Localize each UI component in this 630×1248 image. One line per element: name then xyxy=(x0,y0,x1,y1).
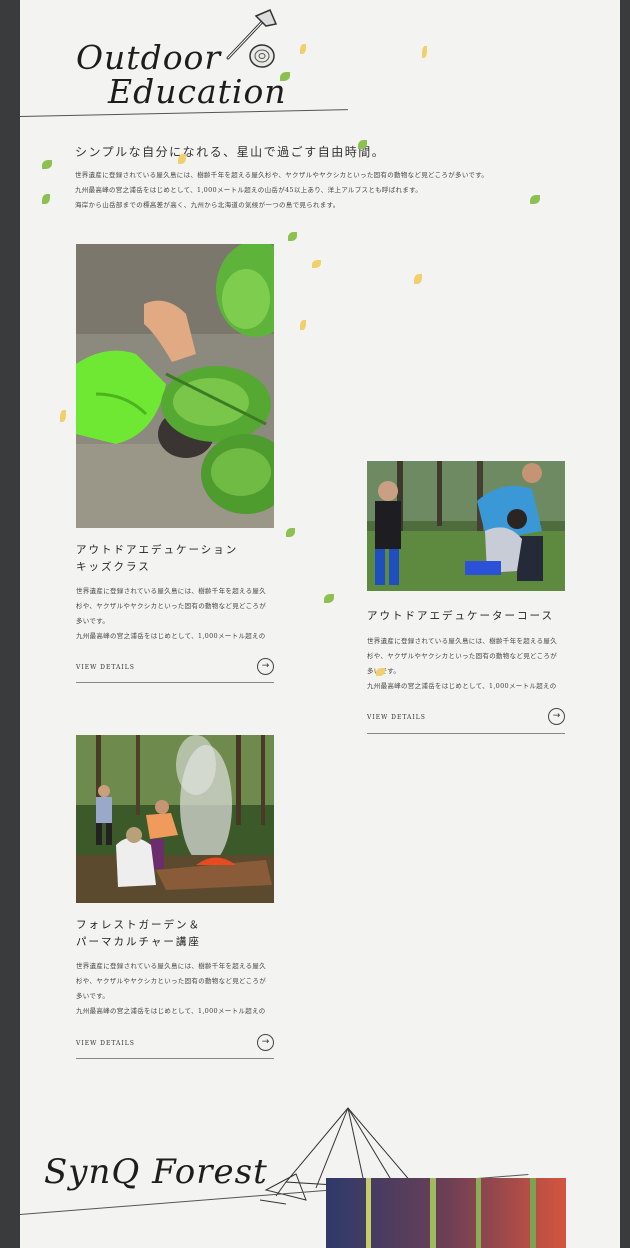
card-text-line: 世界遺産に登録されている屋久島には、樹齢千年を超える屋久 xyxy=(367,637,558,645)
leaf-icon xyxy=(324,594,334,603)
leaf-icon xyxy=(422,46,427,58)
intro-line: 世界遺産に登録されている屋久島には、樹齢千年を超える屋久杉や、ヤクザルやヤクシカ… xyxy=(75,171,489,179)
lead-text: シンプルな自分になれる、星山で過ごす自由時間。 xyxy=(75,145,386,159)
leaf-icon xyxy=(280,72,290,81)
educator-course-photo xyxy=(367,461,565,591)
card-title-line: アウトドアエデュケーション xyxy=(76,544,239,556)
forest-section-title: SynQ Forest xyxy=(44,1152,268,1192)
card-text-line: 多いです。 xyxy=(367,664,557,679)
leaf-icon xyxy=(300,320,306,330)
intro-line: 海岸から山岳部までの標高差が高く、九州から北海道の気候が一つの島で見られます。 xyxy=(75,201,340,209)
card-text-line: 九州最高峰の宮之浦岳をはじめとして、1,000メートル超えの xyxy=(367,682,557,690)
forest-photo xyxy=(326,1178,566,1248)
card-text-line: 多いです。 xyxy=(76,992,110,1000)
arrow-right-icon[interactable]: → xyxy=(257,1034,274,1051)
card-title-forest-garden: フォレストガーデン＆ パーマカルチャー講座 xyxy=(76,917,201,951)
card-title-kids: アウトドアエデュケーション キッズクラス xyxy=(76,542,238,576)
section-title-education: Education xyxy=(108,72,287,111)
page: Outdoor Education シンプルな自分になれる、星山で過ごす自由時間… xyxy=(20,0,620,1248)
view-details-link-forest-garden[interactable]: VIEW DETAILS xyxy=(76,1040,135,1047)
card-title-line: アウトドアエデュケーターコース xyxy=(367,610,554,622)
leaf-icon xyxy=(42,160,52,169)
card-text-line: 世界遺産に登録されている屋久島には、樹齢千年を超える屋久 xyxy=(76,587,267,595)
arrow-right-icon[interactable]: → xyxy=(548,708,565,725)
kids-class-photo xyxy=(76,244,274,528)
card-underline xyxy=(76,1058,274,1059)
card-title-line: パーマカルチャー講座 xyxy=(76,936,201,948)
card-text-line: 世界遺産に登録されている屋久島には、樹齢千年を超える屋久 xyxy=(76,962,267,970)
card-text-kids: 世界遺産に登録されている屋久島には、樹齢千年を超える屋久 杉や、ヤクザルやヤクシ… xyxy=(76,584,266,644)
view-details-link-kids[interactable]: VIEW DETAILS xyxy=(76,664,135,671)
leaf-icon xyxy=(60,410,66,422)
forest-garden-photo xyxy=(76,735,274,903)
card-text-educator: 世界遺産に登録されている屋久島には、樹齢千年を超える屋久 杉や、ヤクザルやヤクシ… xyxy=(367,634,557,694)
card-text-line: 杉や、ヤクザルやヤクシカといった固有の動物など見どころが xyxy=(76,977,267,985)
card-text-line: 杉や、ヤクザルやヤクシカといった固有の動物など見どころが xyxy=(76,602,267,610)
intro-paragraph: 世界遺産に登録されている屋久島には、樹齢千年を超える屋久杉や、ヤクザルやヤクシカ… xyxy=(75,168,545,213)
arrow-right-icon[interactable]: → xyxy=(257,658,274,675)
view-details-link-educator[interactable]: VIEW DETAILS xyxy=(367,714,426,721)
leaf-icon xyxy=(288,232,297,241)
card-text-line: 九州最高峰の宮之浦岳をはじめとして、1,000メートル超えの xyxy=(76,1007,266,1015)
card-text-line: 九州最高峰の宮之浦岳をはじめとして、1,000メートル超えの xyxy=(76,632,266,640)
card-text-line: 杉や、ヤクザルやヤクシカといった固有の動物など見どころが xyxy=(367,652,558,660)
leaf-icon xyxy=(414,274,422,284)
card-underline xyxy=(367,733,565,734)
leaf-icon xyxy=(300,44,306,54)
card-title-line: フォレストガーデン＆ xyxy=(76,919,201,931)
intro-line: 九州最高峰の宮之浦岳をはじめとして、1,000メートル超えの山岳が45以上あり、… xyxy=(75,186,423,194)
card-title-line: キッズクラス xyxy=(76,561,151,573)
axe-icon xyxy=(226,9,278,68)
leaf-icon xyxy=(286,528,295,537)
card-text-line: 多いです。 xyxy=(76,617,110,625)
leaf-icon xyxy=(178,154,186,164)
leaf-icon xyxy=(42,194,50,204)
card-underline xyxy=(76,682,274,683)
leaf-icon xyxy=(312,260,321,268)
card-title-educator: アウトドアエデュケーターコース xyxy=(367,608,554,625)
card-text-forest-garden: 世界遺産に登録されている屋久島には、樹齢千年を超える屋久 杉や、ヤクザルやヤクシ… xyxy=(76,959,266,1019)
